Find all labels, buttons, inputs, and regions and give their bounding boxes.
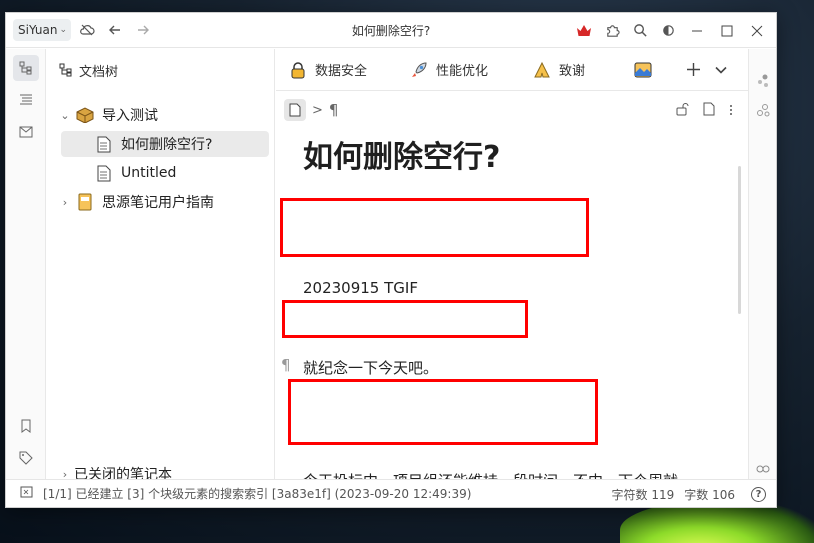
editor-scrollbar[interactable]	[738, 166, 741, 314]
red-highlight-box	[282, 300, 528, 338]
paragraph-date[interactable]: 20230915 TGIF	[303, 279, 418, 297]
char-count: 字符数 119	[611, 487, 675, 502]
tab-label: 数据安全	[315, 64, 368, 79]
tab-label: 性能优化	[436, 64, 489, 79]
notebook-book-icon	[74, 192, 96, 212]
minimize-icon[interactable]	[682, 16, 712, 46]
document-more-icon[interactable]	[703, 101, 715, 120]
close-icon[interactable]	[742, 16, 772, 46]
package-icon	[74, 105, 96, 125]
file-tree-icon[interactable]	[13, 55, 39, 81]
cloud-off-icon[interactable]	[73, 16, 101, 44]
siyuan-window: SiYuan ⌄ 如何删除空行? 文档树 ⌄ 导入测试 如何删除空行? Unti…	[5, 12, 777, 508]
app-menu-button[interactable]: SiYuan ⌄	[13, 19, 72, 41]
status-expand-icon[interactable]	[20, 486, 33, 501]
tab-overflow-item[interactable]	[629, 55, 657, 85]
doc-name: Untitled	[121, 165, 177, 181]
editor-toolbar	[676, 97, 733, 123]
red-highlight-box	[288, 379, 598, 445]
help-icon[interactable]: ?	[751, 486, 766, 502]
file-tree-title: 文档树	[79, 64, 119, 80]
editor-area[interactable]: > ¶ 如何删除空行? 20230915 TGIF ¶ 就纪念一下今天吧。 今天…	[276, 92, 749, 479]
chevron-down-icon: ⌄	[59, 25, 68, 35]
paragraph-memo[interactable]: 就纪念一下今天吧。	[303, 357, 438, 378]
document-title[interactable]: 如何删除空行?	[303, 132, 500, 176]
forward-arrow-icon[interactable]	[129, 16, 157, 44]
doc-item-selected[interactable]: 如何删除空行?	[61, 131, 269, 157]
bookmark-icon[interactable]	[13, 413, 39, 439]
document-icon	[93, 163, 115, 183]
tab-performance[interactable]: 性能优化	[405, 55, 492, 85]
chevron-down-icon[interactable]: ⌄	[56, 109, 74, 122]
title-bar: SiYuan ⌄ 如何删除空行?	[6, 13, 776, 48]
file-tree-panel: 文档树 ⌄ 导入测试 如何删除空行? Untitled › 思源笔记用户指南 ›…	[47, 49, 275, 483]
tab-label: 致谢	[559, 64, 586, 79]
notebook-name: 导入测试	[102, 108, 158, 124]
breadcrumb: > ¶	[284, 97, 338, 123]
breadcrumb-document-icon[interactable]	[284, 99, 306, 121]
app-name: SiYuan	[18, 23, 58, 37]
readonly-unlock-icon[interactable]	[676, 101, 689, 120]
paragraph-mark-icon[interactable]: ¶	[281, 356, 291, 374]
inbox-mail-icon[interactable]	[13, 119, 39, 145]
tab-data-security[interactable]: 数据安全	[284, 55, 371, 85]
breadcrumb-separator: >	[312, 102, 323, 118]
global-graph-icon[interactable]	[751, 99, 775, 123]
theme-mode-icon[interactable]	[654, 17, 682, 45]
search-icon[interactable]	[626, 17, 654, 45]
doc-item[interactable]: Untitled	[61, 160, 269, 186]
outline-icon[interactable]	[13, 87, 39, 113]
red-highlight-box	[280, 198, 589, 257]
status-message: [1/1] 已经建立 [3] 个块级元素的搜索索引 [3a83e1f] (202…	[43, 487, 472, 501]
guide-notebook-item[interactable]: › 思源笔记用户指南	[56, 189, 269, 215]
rocket-emoji-icon	[409, 60, 429, 80]
right-dock	[748, 49, 776, 479]
tag-icon[interactable]	[13, 445, 39, 471]
word-count: 字数 106	[684, 487, 735, 502]
pray-emoji-icon	[532, 60, 552, 80]
plugin-puzzle-icon[interactable]	[598, 17, 626, 45]
sunrise-emoji-icon	[633, 60, 653, 80]
guide-notebook-name: 思源笔记用户指南	[102, 195, 214, 211]
left-dock	[6, 49, 46, 479]
tab-list-chevron-down-icon[interactable]	[707, 56, 735, 84]
document-icon	[93, 134, 115, 154]
tab-bar: 数据安全 性能优化 致谢	[276, 49, 749, 91]
file-tree-header-icon	[59, 63, 72, 77]
graph-view-icon[interactable]	[751, 69, 775, 93]
back-arrow-icon[interactable]	[101, 16, 129, 44]
lock-emoji-icon	[288, 60, 308, 80]
paragraph-body[interactable]: 今天投标中，项目组还能维持一段时间，不中，下个周就	[303, 470, 678, 479]
tab-thanks[interactable]: 致谢	[528, 55, 589, 85]
file-tree-header: 文档树	[59, 59, 118, 81]
notebook-item[interactable]: ⌄ 导入测试	[56, 102, 269, 128]
backlinks-link-icon[interactable]	[751, 457, 775, 481]
doc-name: 如何删除空行?	[121, 137, 213, 153]
new-tab-plus-icon[interactable]	[679, 56, 707, 84]
more-vertical-icon[interactable]	[729, 101, 733, 120]
chevron-right-icon[interactable]: ›	[56, 196, 74, 209]
maximize-icon[interactable]	[712, 16, 742, 46]
help-icon-label: ?	[755, 488, 762, 500]
crown-icon[interactable]	[570, 17, 598, 45]
status-bar: [1/1] 已经建立 [3] 个块级元素的搜索索引 [3a83e1f] (202…	[6, 479, 776, 507]
breadcrumb-paragraph[interactable]: ¶	[329, 101, 339, 119]
